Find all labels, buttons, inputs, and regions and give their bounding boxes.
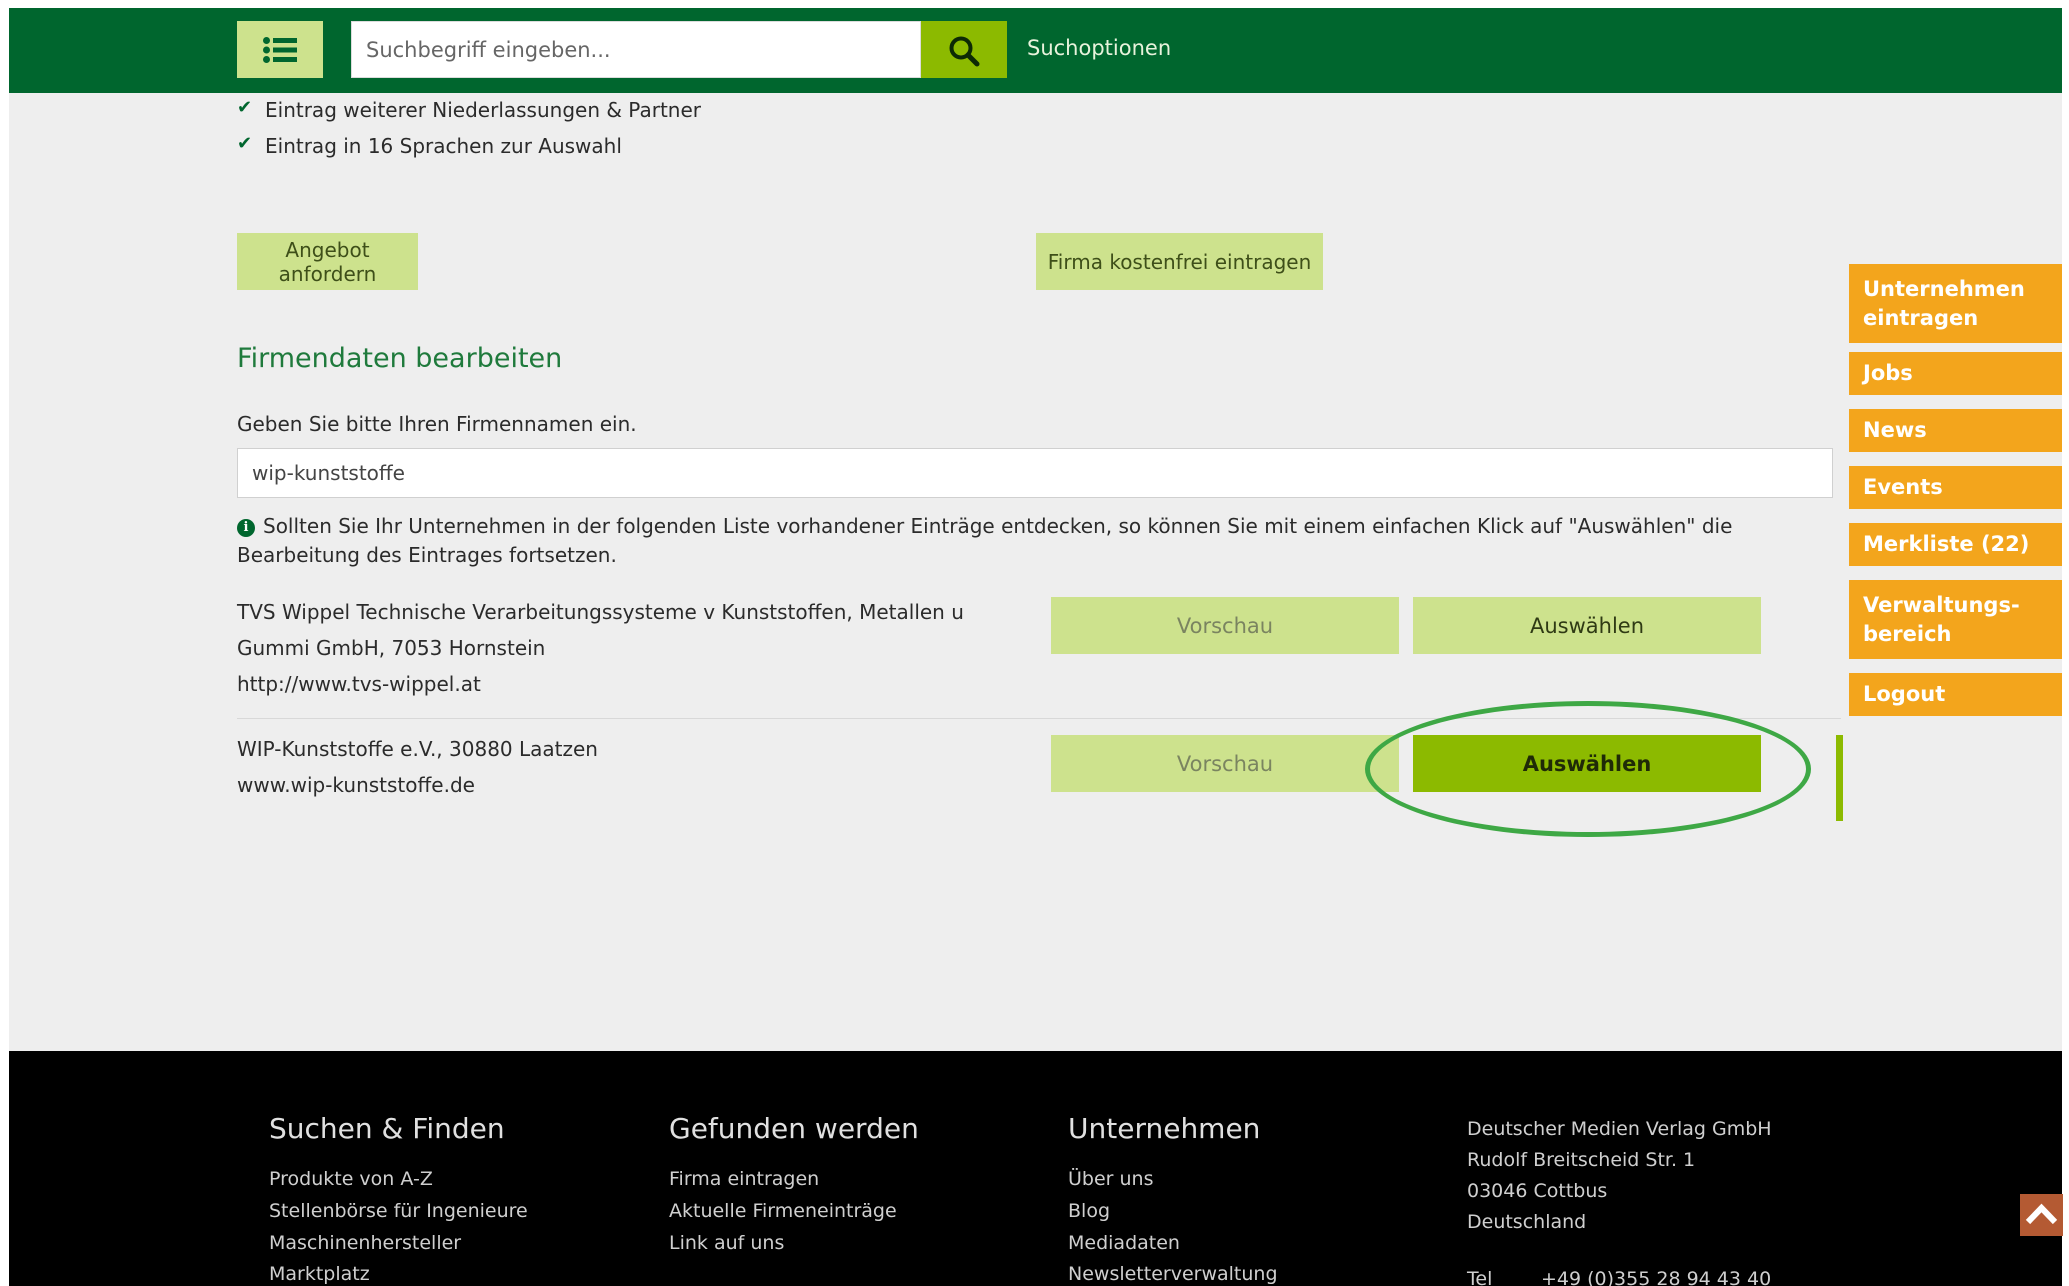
company-name-input[interactable] <box>237 448 1833 498</box>
side-nav-news[interactable]: News <box>1849 409 2062 452</box>
side-nav-events[interactable]: Events <box>1849 466 2062 509</box>
result-company-location: Gummi GmbH, 7053 Hornstein <box>237 636 546 660</box>
search-button[interactable] <box>921 21 1007 78</box>
footer-link[interactable]: Aktuelle Firmeneinträge <box>669 1200 897 1222</box>
side-nav-label: Jobs <box>1863 361 1913 385</box>
side-nav-label: Logout <box>1863 682 1946 706</box>
select-button[interactable]: Auswählen <box>1413 597 1761 654</box>
footer-link[interactable]: Marktplatz <box>269 1263 370 1285</box>
info-icon: i <box>237 519 255 537</box>
company-name-label: Geben Sie bitte Ihren Firmennamen ein. <box>237 412 637 436</box>
footer-link[interactable]: Blog <box>1068 1200 1110 1222</box>
scroll-to-top-button[interactable] <box>2020 1194 2063 1236</box>
info-message-text: Sollten Sie Ihr Unternehmen in der folge… <box>237 514 1733 567</box>
section-title: Firmendaten bearbeiten <box>237 343 563 374</box>
result-company-url: http://www.tvs-wippel.at <box>237 672 481 696</box>
result-company-name: WIP-Kunststoffe e.V., 30880 Laatzen <box>237 737 598 761</box>
search-input[interactable] <box>351 21 921 78</box>
footer-link[interactable]: Link auf uns <box>669 1232 784 1254</box>
feature-item: ✔ Eintrag in 16 Sprachen zur Auswahl <box>237 133 622 158</box>
footer-link[interactable]: Produkte von A-Z <box>269 1168 433 1190</box>
preview-button[interactable]: Vorschau <box>1051 735 1399 792</box>
footer-heading: Suchen & Finden <box>269 1112 505 1145</box>
side-nav-label: Events <box>1863 475 1943 499</box>
footer-link[interactable]: Mediadaten <box>1068 1232 1180 1254</box>
side-nav-label: Verwaltungs- bereich <box>1863 592 2020 646</box>
footer-link[interactable]: Firma eintragen <box>669 1168 819 1190</box>
check-icon: ✔ <box>237 97 253 118</box>
side-nav-watchlist[interactable]: Merkliste (22) <box>1849 523 2062 566</box>
footer-heading: Gefunden werden <box>669 1112 919 1145</box>
request-offer-button[interactable]: Angebot anfordern <box>237 233 418 290</box>
menu-button[interactable] <box>237 21 323 78</box>
side-nav-jobs[interactable]: Jobs <box>1849 352 2062 395</box>
footer-link[interactable]: Über uns <box>1068 1168 1154 1190</box>
feature-text: Eintrag weiterer Niederlassungen & Partn… <box>265 98 701 122</box>
search-options-link[interactable]: Suchoptionen <box>1027 36 1171 60</box>
check-icon: ✔ <box>237 133 253 154</box>
active-indicator-bar <box>1836 735 1843 821</box>
result-company-url: www.wip-kunststoffe.de <box>237 773 475 797</box>
side-nav-label: Unternehmen eintragen <box>1863 276 2025 330</box>
side-nav-logout[interactable]: Logout <box>1849 673 2062 716</box>
side-nav-label: News <box>1863 418 1927 442</box>
footer-link[interactable]: Maschinenhersteller <box>269 1232 461 1254</box>
footer-tel-value: +49 (0)355 28 94 43 40 <box>1541 1268 1772 1286</box>
info-message: i Sollten Sie Ihr Unternehmen in der folg… <box>237 512 1847 570</box>
footer-street: Rudolf Breitscheid Str. 1 <box>1467 1149 1696 1171</box>
highlight-ring <box>1365 701 1811 837</box>
page: Suchoptionen ✔ Eintrag weiterer Niederlas… <box>9 8 2062 1286</box>
list-menu-icon <box>263 37 297 63</box>
feature-item: ✔ Eintrag weiterer Niederlassungen & Part… <box>237 97 701 122</box>
footer: Suchen & Finden Produkte von A-Z Stellen… <box>9 1051 2062 1286</box>
footer-country: Deutschland <box>1467 1211 1587 1233</box>
footer-city: 03046 Cottbus <box>1467 1180 1608 1202</box>
footer-heading: Unternehmen <box>1068 1112 1261 1145</box>
footer-link[interactable]: Stellenbörse für Ingenieure <box>269 1200 528 1222</box>
result-company-name: TVS Wippel Technische Verarbeitungssyste… <box>237 600 964 624</box>
side-nav-register-company[interactable]: Unternehmen eintragen <box>1849 264 2062 343</box>
side-nav-admin[interactable]: Verwaltungs- bereich <box>1849 580 2062 659</box>
feature-text: Eintrag in 16 Sprachen zur Auswahl <box>265 134 622 158</box>
side-nav-label: Merkliste (22) <box>1863 532 2030 556</box>
footer-link[interactable]: Newsletterverwaltung <box>1068 1263 1278 1285</box>
search-icon <box>949 36 980 67</box>
preview-button[interactable]: Vorschau <box>1051 597 1399 654</box>
register-company-free-button[interactable]: Firma kostenfrei eintragen <box>1036 233 1323 290</box>
header-bar: Suchoptionen <box>9 8 2062 93</box>
chevron-up-icon <box>2025 1203 2058 1225</box>
footer-tel-label: Tel <box>1467 1268 1493 1286</box>
footer-company-name: Deutscher Medien Verlag GmbH <box>1467 1118 1772 1140</box>
